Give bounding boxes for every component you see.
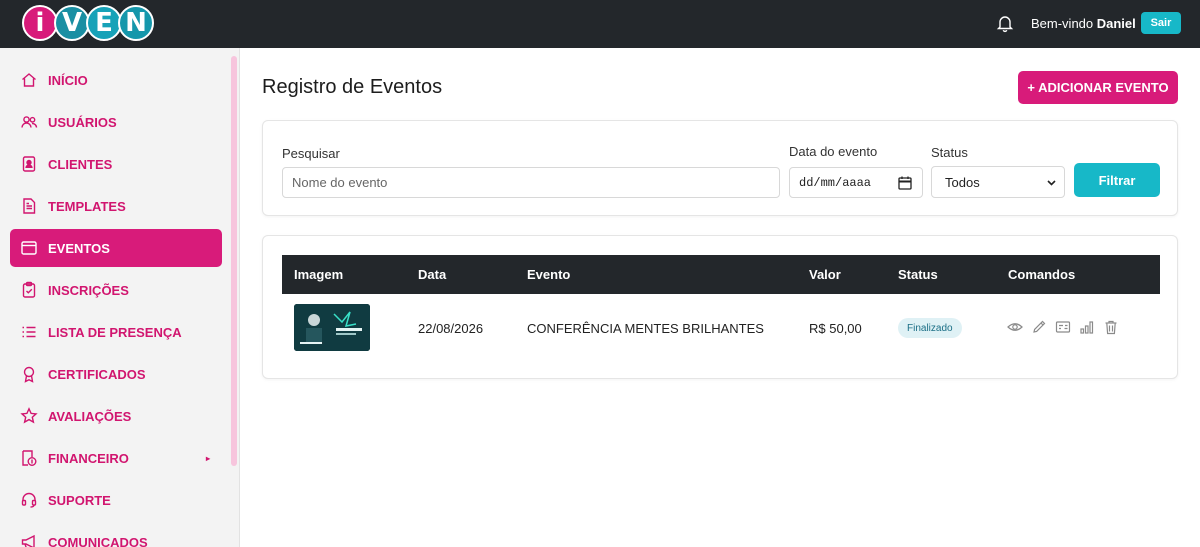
clipboard-icon xyxy=(22,281,36,298)
welcome-prefix: Bem-vindo xyxy=(1031,16,1097,31)
logo-letter: i xyxy=(22,5,58,41)
eye-icon[interactable] xyxy=(1007,319,1023,335)
column-header-evento: Evento xyxy=(527,267,571,282)
sidebar-item-eventos[interactable]: EVENTOS xyxy=(10,229,222,267)
logo-letter: N xyxy=(118,5,154,41)
sidebar-item-usuarios[interactable]: USUÁRIOS xyxy=(10,103,222,141)
sidebar-item-label: EVENTOS xyxy=(48,240,110,256)
sidebar-scrollbar[interactable] xyxy=(231,56,237,466)
date-label: Data do evento xyxy=(789,144,878,159)
column-header-comandos: Comandos xyxy=(1008,267,1076,282)
sidebar-item-inscricoes[interactable]: INSCRIÇÕES xyxy=(10,271,222,309)
sidebar-item-label: AVALIAÇÕES xyxy=(48,408,132,424)
date-placeholder: dd/mm/aaaa xyxy=(799,175,872,190)
logo-letter: E xyxy=(86,5,122,41)
user-name: Daniel xyxy=(1096,16,1136,31)
sidebar-item-label: INÍCIO xyxy=(48,72,88,88)
status-select[interactable]: Todos xyxy=(931,166,1065,198)
list-icon xyxy=(22,326,36,338)
calendar-icon[interactable] xyxy=(898,176,912,190)
search-label: Pesquisar xyxy=(282,146,340,161)
sidebar-item-clientes[interactable]: CLIENTES xyxy=(10,145,222,183)
status-label: Status xyxy=(931,145,968,160)
column-header-data: Data xyxy=(418,267,447,282)
column-header-imagem: Imagem xyxy=(294,267,344,282)
sidebar-item-comunicados[interactable]: COMUNICADOS xyxy=(10,523,222,547)
sidebar-item-label: TEMPLATES xyxy=(48,198,126,214)
column-header-status: Status xyxy=(898,267,938,282)
headset-icon xyxy=(21,492,37,508)
sidebar-item-lista-de-presenca[interactable]: LISTA DE PRESENÇA xyxy=(10,313,222,351)
id-card-icon[interactable] xyxy=(1055,319,1071,335)
sidebar-item-label: CERTIFICADOS xyxy=(48,366,146,382)
megaphone-icon xyxy=(21,534,35,547)
sidebar-item-label: LISTA DE PRESENÇA xyxy=(48,324,182,340)
sidebar-item-avaliacoes[interactable]: AVALIAÇÕES xyxy=(10,397,222,435)
page-title: Registro de Eventos xyxy=(262,76,443,98)
event-date: 22/08/2026 xyxy=(418,321,484,336)
bell-icon[interactable] xyxy=(995,13,1015,33)
iven-logo[interactable]: i V E N xyxy=(22,5,154,43)
award-icon xyxy=(23,366,35,383)
event-value: R$ 50,00 xyxy=(809,321,862,336)
star-icon xyxy=(20,407,38,424)
bar-chart-icon[interactable] xyxy=(1079,319,1095,335)
event-name: CONFERÊNCIA MENTES BRILHANTES xyxy=(527,321,764,336)
id-badge-icon xyxy=(22,156,36,172)
event-thumbnail[interactable] xyxy=(294,304,370,351)
pencil-icon[interactable] xyxy=(1031,319,1047,335)
status-badge: Finalizado xyxy=(898,318,962,338)
table-row: 22/08/2026 CONFERÊNCIA MENTES BRILHANTES… xyxy=(282,294,1160,358)
events-table-panel: Imagem Data Evento Valor Status Comandos… xyxy=(262,235,1178,379)
window-icon xyxy=(21,241,37,255)
document-icon xyxy=(23,198,36,214)
home-icon xyxy=(22,73,36,87)
sidebar-item-certificados[interactable]: CERTIFICADOS xyxy=(10,355,222,393)
event-date-input[interactable]: dd/mm/aaaa xyxy=(789,167,923,198)
receipt-icon xyxy=(22,450,37,466)
submenu-caret-icon: ▸ xyxy=(205,453,210,463)
top-bar: i V E N Bem-vindo Daniel Sair xyxy=(0,0,1200,48)
sidebar-item-label: USUÁRIOS xyxy=(48,114,117,130)
sidebar-item-suporte[interactable]: SUPORTE xyxy=(10,481,222,519)
row-commands xyxy=(1007,319,1127,335)
sidebar-item-label: FINANCEIRO xyxy=(48,450,129,466)
sidebar-item-templates[interactable]: TEMPLATES xyxy=(10,187,222,225)
sidebar-item-label: SUPORTE xyxy=(48,492,111,508)
filter-button[interactable]: Filtrar xyxy=(1074,163,1160,197)
event-banner-image xyxy=(294,304,370,351)
sidebar-item-label: CLIENTES xyxy=(48,156,113,172)
column-header-valor: Valor xyxy=(809,267,841,282)
sidebar-item-inicio[interactable]: INÍCIO xyxy=(10,61,222,99)
sidebar-item-label: INSCRIÇÕES xyxy=(48,282,129,298)
chevron-down-icon xyxy=(1047,180,1056,186)
search-input[interactable]: Nome do evento xyxy=(282,167,780,198)
status-select-value: Todos xyxy=(945,174,980,190)
sidebar-item-financeiro[interactable]: FINANCEIRO ▸ xyxy=(10,439,222,477)
add-event-button[interactable]: + ADICIONAR EVENTO xyxy=(1018,71,1178,104)
welcome-message: Bem-vindo Daniel xyxy=(1031,16,1136,31)
logout-button[interactable]: Sair xyxy=(1141,12,1181,34)
users-icon xyxy=(21,116,38,128)
sidebar: INÍCIO USUÁRIOS CLIENTES TEMPLATES EVENT… xyxy=(0,48,240,547)
sidebar-item-label: COMUNICADOS xyxy=(48,534,148,547)
search-placeholder: Nome do evento xyxy=(292,175,388,190)
logo-letter: V xyxy=(54,5,90,41)
table-header: Imagem Data Evento Valor Status Comandos xyxy=(282,255,1160,294)
trash-icon[interactable] xyxy=(1103,319,1119,335)
filter-panel: Pesquisar Nome do evento Data do evento … xyxy=(262,120,1178,216)
